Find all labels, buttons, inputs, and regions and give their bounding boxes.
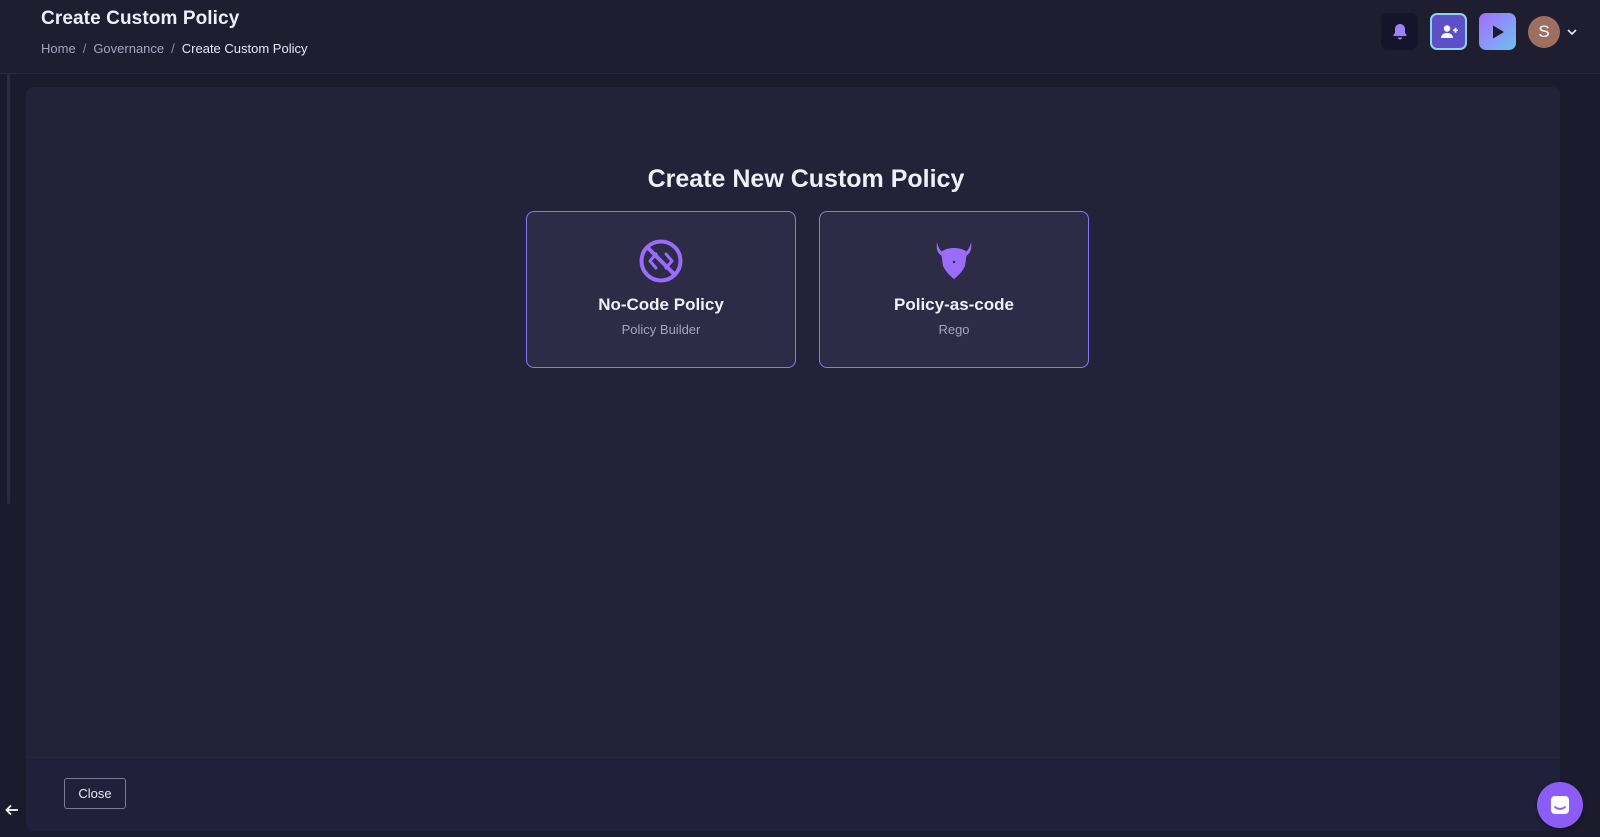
breadcrumb-governance[interactable]: Governance	[93, 41, 164, 56]
close-button[interactable]: Close	[64, 778, 126, 809]
chat-icon	[1551, 796, 1569, 814]
header-actions: S	[1381, 13, 1578, 50]
card-subtitle: Rego	[938, 322, 970, 337]
breadcrumb-home[interactable]: Home	[41, 41, 76, 56]
card-subtitle: Policy Builder	[621, 322, 701, 337]
sidebar-scroll-track[interactable]	[7, 74, 10, 504]
breadcrumb: Home / Governance / Create Custom Policy	[41, 41, 307, 56]
chat-launcher-button[interactable]	[1537, 782, 1583, 828]
play-icon	[1492, 25, 1504, 38]
app-header: Create Custom Policy Home / Governance /…	[0, 0, 1600, 74]
notifications-button[interactable]	[1381, 13, 1418, 50]
arrow-left-icon	[5, 804, 18, 816]
breadcrumb-separator: /	[171, 41, 175, 56]
breadcrumb-separator: /	[82, 41, 87, 56]
no-code-icon	[638, 238, 684, 284]
card-title: Policy-as-code	[894, 295, 1014, 314]
main-panel: Create New Custom Policy No-Code Policy …	[26, 87, 1560, 831]
opa-icon	[931, 238, 977, 284]
user-menu[interactable]: S	[1528, 15, 1578, 48]
breadcrumb-current: Create Custom Policy	[181, 41, 308, 56]
section-title: Create New Custom Policy	[647, 165, 965, 193]
card-title: No-Code Policy	[598, 295, 724, 314]
policy-as-code-card[interactable]: Policy-as-code Rego	[819, 211, 1089, 368]
chevron-down-icon	[1567, 28, 1577, 35]
sidebar-expand-button[interactable]	[2, 800, 22, 820]
no-code-policy-card[interactable]: No-Code Policy Policy Builder	[526, 211, 796, 368]
avatar: S	[1528, 15, 1560, 48]
play-button[interactable]	[1479, 13, 1516, 50]
user-plus-icon	[1440, 24, 1458, 38]
page-title: Create Custom Policy	[41, 8, 240, 29]
sidebar-rail	[0, 74, 14, 837]
invite-user-button[interactable]	[1430, 13, 1467, 50]
panel-footer: Close	[26, 757, 1560, 831]
bell-icon	[1393, 23, 1406, 39]
